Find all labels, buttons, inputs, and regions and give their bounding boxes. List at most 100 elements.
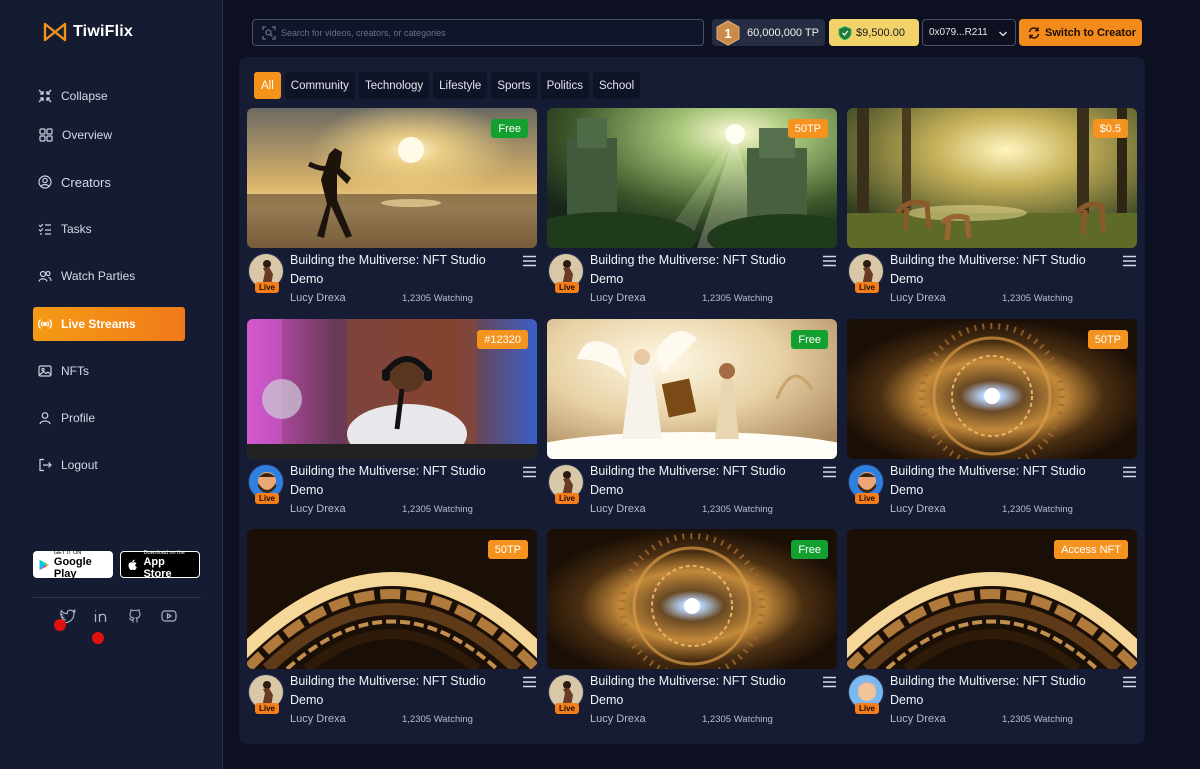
hamburger-menu-icon: [523, 676, 536, 688]
live-badge: Live: [555, 493, 579, 504]
sidebar-item-label: Creators: [61, 174, 111, 190]
watching-count: 1,2305 Watching: [402, 504, 473, 515]
stream-title[interactable]: Building the Multiverse: NFT Studio Demo: [890, 672, 1105, 710]
price-badge: #12320: [477, 330, 528, 349]
creator-name[interactable]: Lucy Drexa: [290, 292, 346, 304]
creator-name[interactable]: Lucy Drexa: [590, 503, 646, 515]
sidebar-item-label: Live Streams: [61, 317, 136, 331]
app-store-button[interactable]: Download on the App Store: [120, 550, 200, 580]
linkedin-icon: [94, 610, 107, 622]
youtube-icon: [161, 610, 177, 622]
card-menu-button[interactable]: [523, 254, 536, 267]
filter-technology[interactable]: Technology: [358, 72, 430, 99]
creator-name[interactable]: Lucy Drexa: [890, 292, 946, 304]
card-menu-button[interactable]: [523, 465, 536, 478]
youtube-link[interactable]: [161, 608, 177, 624]
user-circle-icon: [38, 175, 52, 189]
filter-sports[interactable]: Sports: [491, 72, 537, 99]
card-menu-button[interactable]: [823, 254, 836, 267]
creator-name[interactable]: Lucy Drexa: [290, 713, 346, 725]
stream-title[interactable]: Building the Multiverse: NFT Studio Demo: [890, 462, 1105, 500]
sidebar-item-label: Watch Parties: [61, 269, 136, 283]
cash-balance[interactable]: $9,500.00: [829, 19, 919, 46]
app-store-name: App Store: [143, 555, 172, 580]
stream-card[interactable]: Access NFT Live Building the Multiverse: …: [847, 529, 1137, 729]
price-badge: Access NFT: [1054, 540, 1128, 559]
search-bar[interactable]: [252, 19, 704, 46]
sidebar-item-tasks[interactable]: Tasks: [33, 212, 185, 246]
stream-title[interactable]: Building the Multiverse: NFT Studio Demo: [290, 462, 505, 500]
live-badge: Live: [855, 282, 879, 293]
tp-balance: 1 60,000,000 TP: [712, 19, 825, 46]
filter-community[interactable]: Community: [284, 72, 355, 99]
card-menu-button[interactable]: [1123, 254, 1136, 267]
filter-school[interactable]: School: [593, 72, 641, 99]
creator-name[interactable]: Lucy Drexa: [590, 713, 646, 725]
sidebar-item-overview[interactable]: Overview: [33, 118, 185, 152]
sidebar-item-label: Profile: [61, 411, 96, 425]
price-badge: Free: [791, 540, 828, 559]
stream-card[interactable]: 50TP Live Building the Multiverse: NFT St…: [847, 319, 1137, 519]
sidebar-item-label: Logout: [61, 458, 98, 472]
grid-icon: [39, 128, 53, 142]
tiwiflix-logo-icon: [43, 22, 67, 42]
sidebar-item-nfts[interactable]: NFTs: [33, 354, 185, 388]
collapse-icon: [38, 89, 52, 103]
card-menu-button[interactable]: [523, 675, 536, 688]
stream-card[interactable]: #12320 Live Building the Multiverse: NFT …: [247, 319, 537, 519]
stream-card[interactable]: $0.5 Live Building the Multiverse: NFT St…: [847, 108, 1137, 308]
sidebar-item-creators[interactable]: Creators: [33, 165, 185, 199]
stream-card[interactable]: Free Live Building the Multiverse: NFT St…: [547, 319, 837, 519]
google-play-button[interactable]: GET IT ON Google Play: [33, 550, 113, 580]
stream-card[interactable]: 50TP Live Building the Multiverse: NFT St…: [547, 108, 837, 308]
filter-lifestyle[interactable]: Lifestyle: [433, 72, 488, 99]
wallet-address: 0x079...R211: [929, 27, 988, 38]
sidebar-item-live-streams[interactable]: Live Streams: [33, 307, 185, 341]
stream-title[interactable]: Building the Multiverse: NFT Studio Demo: [290, 672, 505, 710]
filter-politics[interactable]: Politics: [540, 72, 589, 99]
linkedin-link[interactable]: [93, 608, 109, 624]
stream-title[interactable]: Building the Multiverse: NFT Studio Demo: [590, 462, 805, 500]
stream-title[interactable]: Building the Multiverse: NFT Studio Demo: [890, 251, 1105, 289]
live-badge: Live: [255, 703, 279, 714]
creator-name[interactable]: Lucy Drexa: [290, 503, 346, 515]
stream-card[interactable]: Free Live Building the Multiverse: NFT St…: [547, 529, 837, 729]
creator-name[interactable]: Lucy Drexa: [890, 503, 946, 515]
collapse-button[interactable]: Collapse: [33, 79, 185, 113]
logout-icon: [39, 458, 52, 472]
broadcast-icon: [38, 319, 52, 329]
creator-name[interactable]: Lucy Drexa: [590, 292, 646, 304]
price-badge: 50TP: [487, 540, 528, 559]
live-badge: Live: [255, 493, 279, 504]
watching-count: 1,2305 Watching: [1002, 504, 1073, 515]
hamburger-menu-icon: [823, 676, 836, 688]
stream-title[interactable]: Building the Multiverse: NFT Studio Demo: [290, 251, 505, 289]
checklist-icon: [38, 223, 51, 235]
creator-name[interactable]: Lucy Drexa: [890, 713, 946, 725]
card-menu-button[interactable]: [823, 675, 836, 688]
stream-title[interactable]: Building the Multiverse: NFT Studio Demo: [590, 672, 805, 710]
switch-to-creator-button[interactable]: Switch to Creator: [1019, 19, 1142, 46]
stream-title[interactable]: Building the Multiverse: NFT Studio Demo: [590, 251, 805, 289]
stream-card[interactable]: Free Live Building the Multiverse: NFT St…: [247, 108, 537, 308]
github-link[interactable]: [127, 608, 143, 624]
hamburger-menu-icon: [1123, 466, 1136, 478]
live-badge: Live: [855, 703, 879, 714]
notification-dot: [54, 619, 66, 631]
app-name: TiwiFlix: [73, 23, 133, 40]
sidebar-item-logout[interactable]: Logout: [33, 448, 185, 482]
card-menu-button[interactable]: [823, 465, 836, 478]
card-menu-button[interactable]: [1123, 675, 1136, 688]
app-logo[interactable]: TiwiFlix: [43, 22, 133, 42]
watching-count: 1,2305 Watching: [1002, 714, 1073, 725]
filter-all[interactable]: All: [254, 72, 281, 99]
watching-count: 1,2305 Watching: [1002, 293, 1073, 304]
sidebar-item-profile[interactable]: Profile: [33, 401, 185, 435]
search-input[interactable]: [281, 27, 703, 38]
stream-card[interactable]: 50TP Live Building the Multiverse: NFT St…: [247, 529, 537, 729]
watching-count: 1,2305 Watching: [402, 714, 473, 725]
sidebar-item-watch-parties[interactable]: Watch Parties: [33, 259, 185, 293]
wallet-dropdown[interactable]: 0x079...R211: [922, 19, 1016, 46]
notification-dot: [92, 632, 104, 644]
card-menu-button[interactable]: [1123, 465, 1136, 478]
